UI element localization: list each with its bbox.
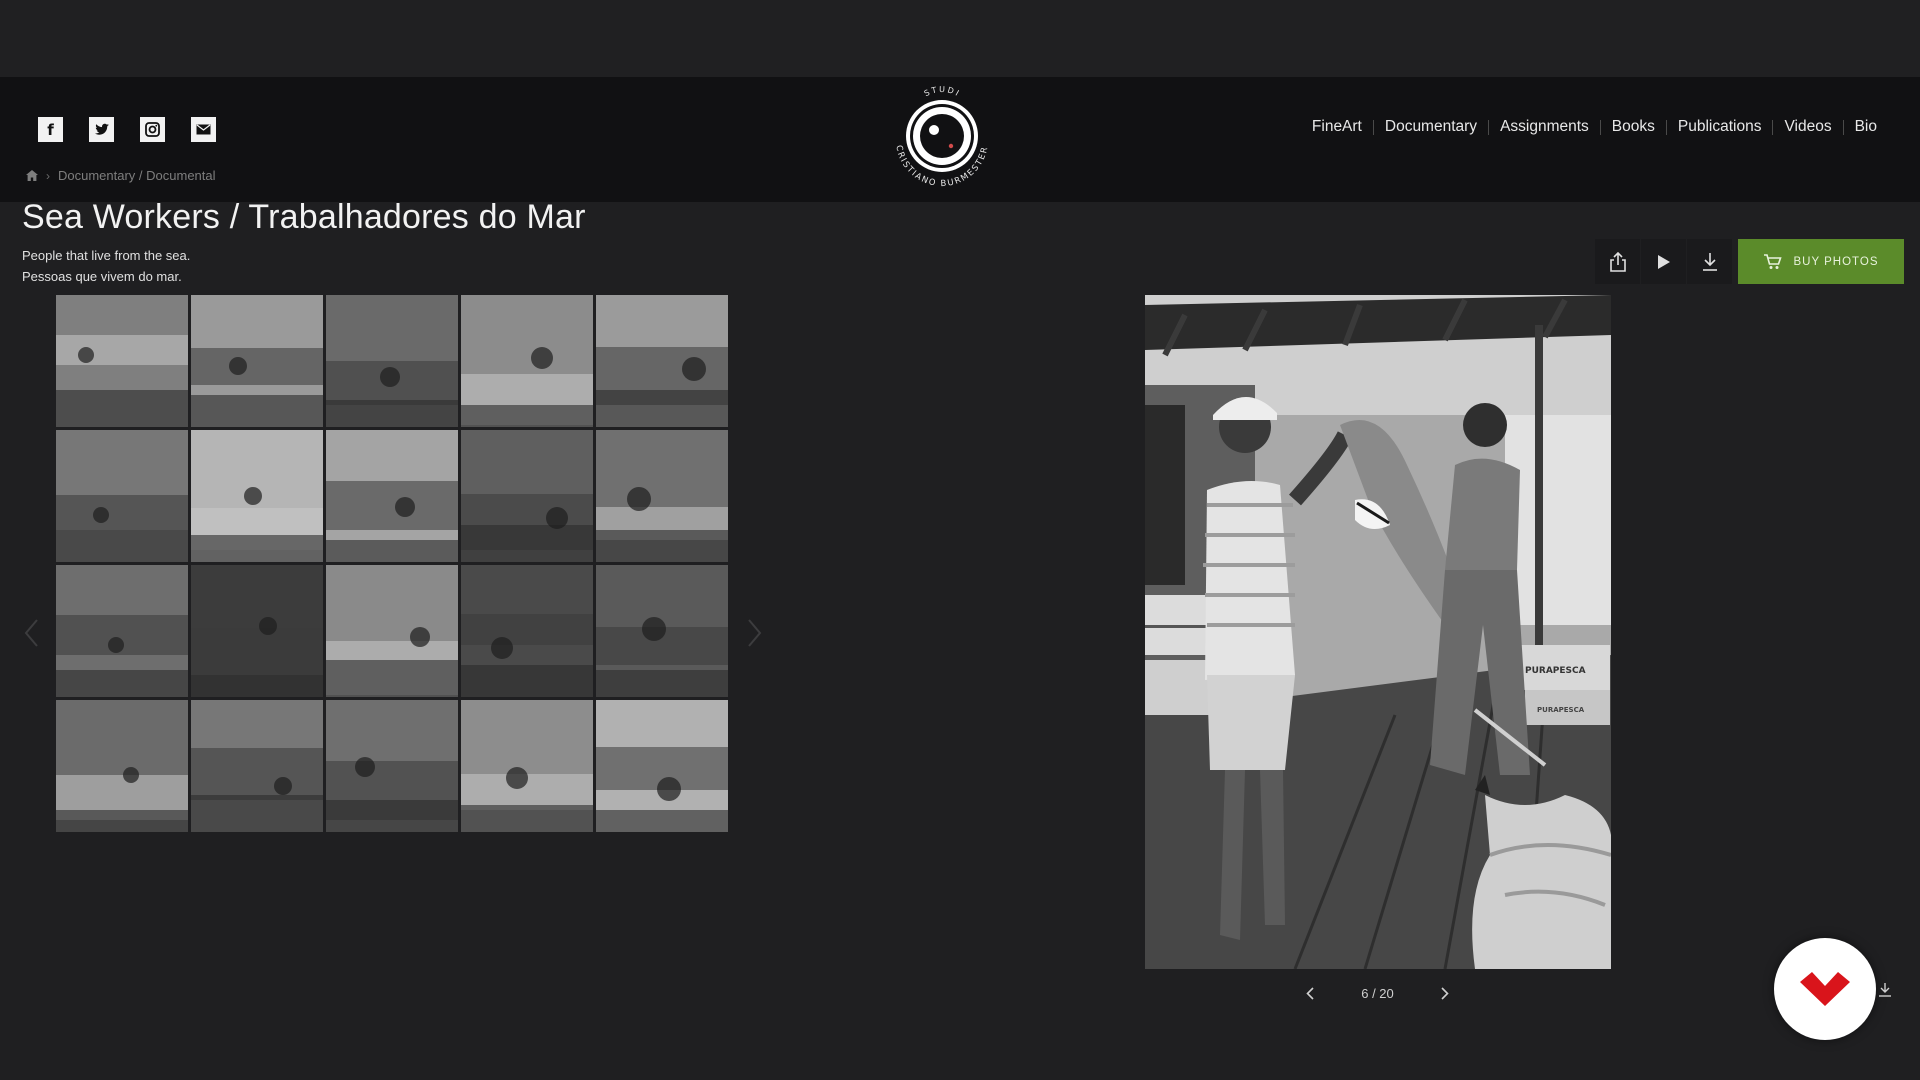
twitter-icon[interactable] [89,117,114,142]
thumb-trawler-boat[interactable] [56,700,188,832]
nav-assignments[interactable]: Assignments [1489,118,1600,136]
floating-brand-badge[interactable] [1774,938,1876,1040]
thumbnail-image [596,700,728,832]
thumb-white-beach[interactable] [191,430,323,562]
home-icon[interactable] [26,170,38,181]
social-links: f [38,117,216,142]
thumb-moored-boats[interactable] [326,700,458,832]
thumb-cliff-boat[interactable] [596,295,728,427]
buy-photos-button[interactable]: BUY PHOTOS [1738,239,1904,284]
facebook-icon[interactable]: f [38,117,63,142]
gallery-toolbar: BUY PHOTOS [1595,239,1904,284]
thumbnail-image [461,565,593,697]
thumbnail-image [326,700,458,832]
photo-shark-fishermen: PURAPESCA PURAPESCA [1145,295,1611,969]
nav-bio[interactable]: Bio [1844,118,1888,136]
thumb-coast-rocks[interactable] [191,295,323,427]
thumbnail-image [461,295,593,427]
chevron-right-icon: › [46,168,50,183]
chevron-left-icon [1306,986,1314,1000]
thumbnail-image [326,430,458,562]
thumbnail-image [191,565,323,697]
share-button[interactable] [1595,239,1640,284]
prev-photo-button[interactable] [1300,983,1320,1003]
thumb-surf-boat[interactable] [461,700,593,832]
nav-documentary[interactable]: Documentary [1374,118,1488,136]
thumb-canoe-men[interactable] [461,430,593,562]
chevron-right-icon [1441,986,1449,1000]
thumb-wave-surface[interactable] [596,565,728,697]
play-icon [1657,254,1670,269]
top-bar [0,0,1920,77]
crate-label: PURAPESCA [1537,706,1585,714]
thumbnail-image [56,565,188,697]
breadcrumb-link[interactable]: Documentary / Documental [58,168,216,183]
thumb-fish-closeup[interactable] [326,295,458,427]
twitter-bird-icon [94,123,109,135]
share-icon [1609,251,1626,272]
thumbnail-image [596,565,728,697]
thumbnail-image [191,700,323,832]
next-photo-button[interactable] [1435,983,1455,1003]
grid-next-arrow-icon[interactable] [744,618,764,648]
thumbnail-image [56,700,188,832]
thumbnail-image [191,430,323,562]
nav-fineart[interactable]: FineArt [1301,118,1373,136]
edge-download-icon[interactable] [1878,982,1892,998]
thumb-sailboat[interactable] [461,295,593,427]
download-icon [1702,252,1717,271]
studio-logo[interactable]: STUDIO CRISTIANO BURMESTER [878,77,1002,194]
logo-top-text: STUDIO [882,84,962,99]
thumb-mangrove-worker[interactable] [596,430,728,562]
crate-label: PURAPESCA [1525,666,1586,676]
thumb-mangrove-trees[interactable] [56,565,188,697]
thumbnail-image [326,565,458,697]
red-chevron-logo-icon [1800,972,1850,1006]
main-nav: FineArt Documentary Assignments Books Pu… [1301,118,1888,136]
thumbnail-grid [56,295,728,832]
thumb-boat-shore[interactable] [596,700,728,832]
grid-prev-arrow-icon[interactable] [22,618,42,648]
buy-photos-label: BUY PHOTOS [1793,255,1879,268]
instagram-icon[interactable] [140,117,165,142]
thumbnail-image [461,700,593,832]
thumb-two-men-portrait[interactable] [326,565,458,697]
nav-books[interactable]: Books [1601,118,1666,136]
thumb-shark-men[interactable] [56,430,188,562]
thumbnail-image [56,430,188,562]
breadcrumb: › Documentary / Documental [26,168,216,183]
thumb-village-night[interactable] [191,565,323,697]
photo-pager: 6 / 20 [1300,983,1455,1003]
envelope-icon [196,124,211,135]
thumbnail-image [461,430,593,562]
thumbnail-image [596,295,728,427]
thumb-man-shirt[interactable] [191,700,323,832]
thumb-fishermen-net[interactable] [56,295,188,427]
photo-counter: 6 / 20 [1361,985,1394,1001]
thumb-fish-net-house[interactable] [326,430,458,562]
main-photo[interactable]: PURAPESCA PURAPESCA [1145,295,1611,969]
thumbnail-image [596,430,728,562]
thumbnail-image [326,295,458,427]
email-icon[interactable] [191,117,216,142]
description-line-1: People that live from the sea. [22,248,191,263]
gallery-description: People that live from the sea. Pessoas q… [22,245,190,287]
gallery-title: Sea Workers / Trabalhadores do Mar [22,198,586,236]
nav-videos[interactable]: Videos [1773,118,1842,136]
thumbnail-image [191,295,323,427]
instagram-glyph-icon [145,122,160,137]
cart-icon [1763,253,1782,269]
download-button[interactable] [1687,239,1732,284]
thumbnail-image [56,295,188,427]
nav-publications[interactable]: Publications [1667,118,1773,136]
slideshow-button[interactable] [1641,239,1686,284]
thumb-lighthouse[interactable] [461,565,593,697]
description-line-2: Pessoas que vivem do mar. [22,269,182,284]
